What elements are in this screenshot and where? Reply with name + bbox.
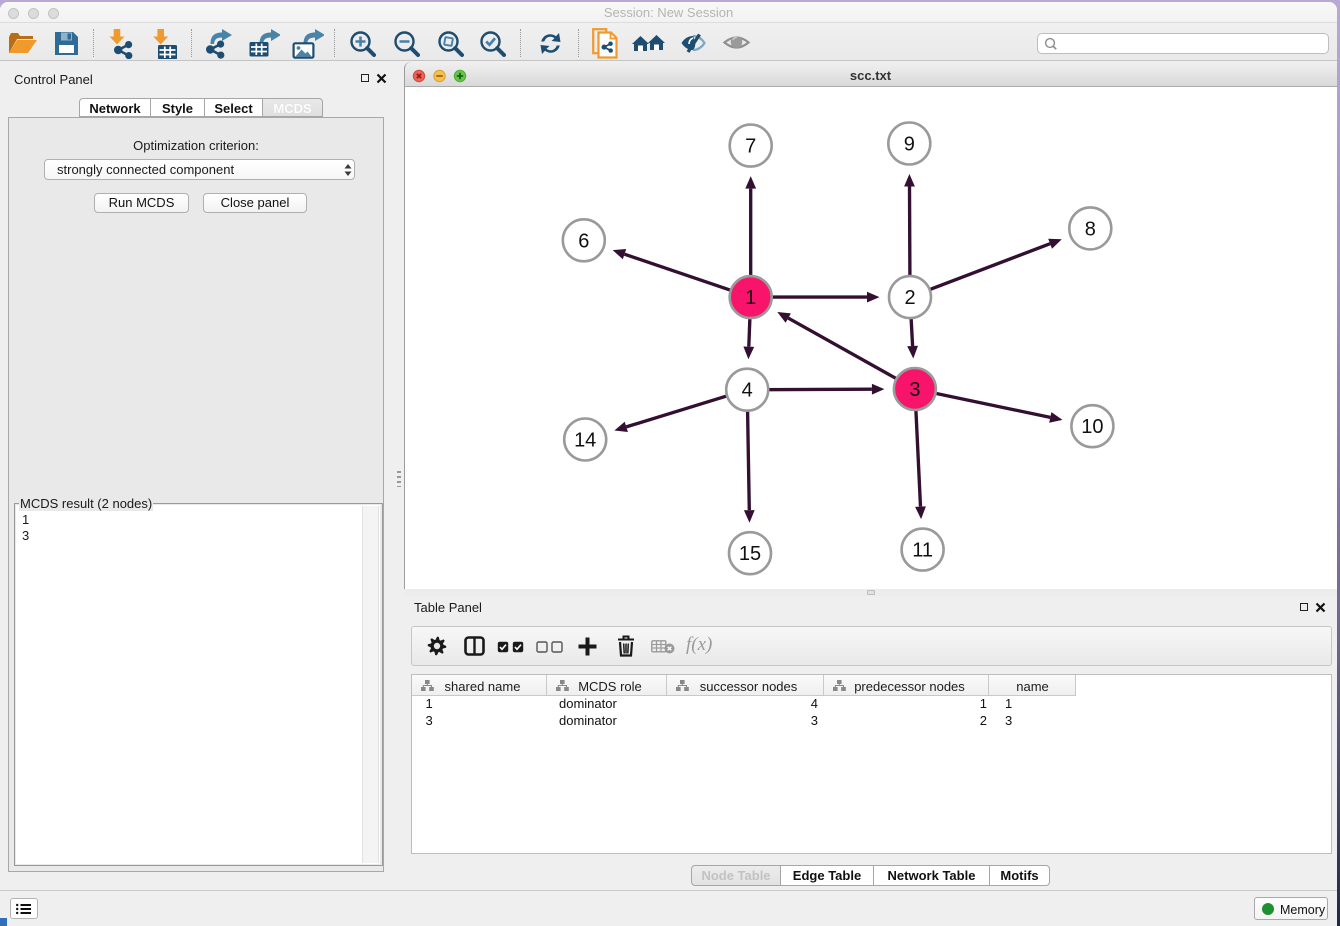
- svg-text:1: 1: [745, 287, 756, 309]
- svg-text:9: 9: [904, 134, 915, 156]
- svg-text:2: 2: [904, 287, 915, 309]
- svg-text:15: 15: [739, 543, 761, 565]
- svg-text:3: 3: [909, 379, 920, 401]
- svg-text:11: 11: [912, 540, 933, 562]
- svg-text:7: 7: [745, 136, 756, 158]
- svg-text:14: 14: [574, 430, 596, 452]
- svg-text:8: 8: [1085, 218, 1096, 240]
- svg-text:10: 10: [1081, 416, 1103, 438]
- svg-text:6: 6: [578, 230, 589, 252]
- svg-text:4: 4: [742, 380, 753, 402]
